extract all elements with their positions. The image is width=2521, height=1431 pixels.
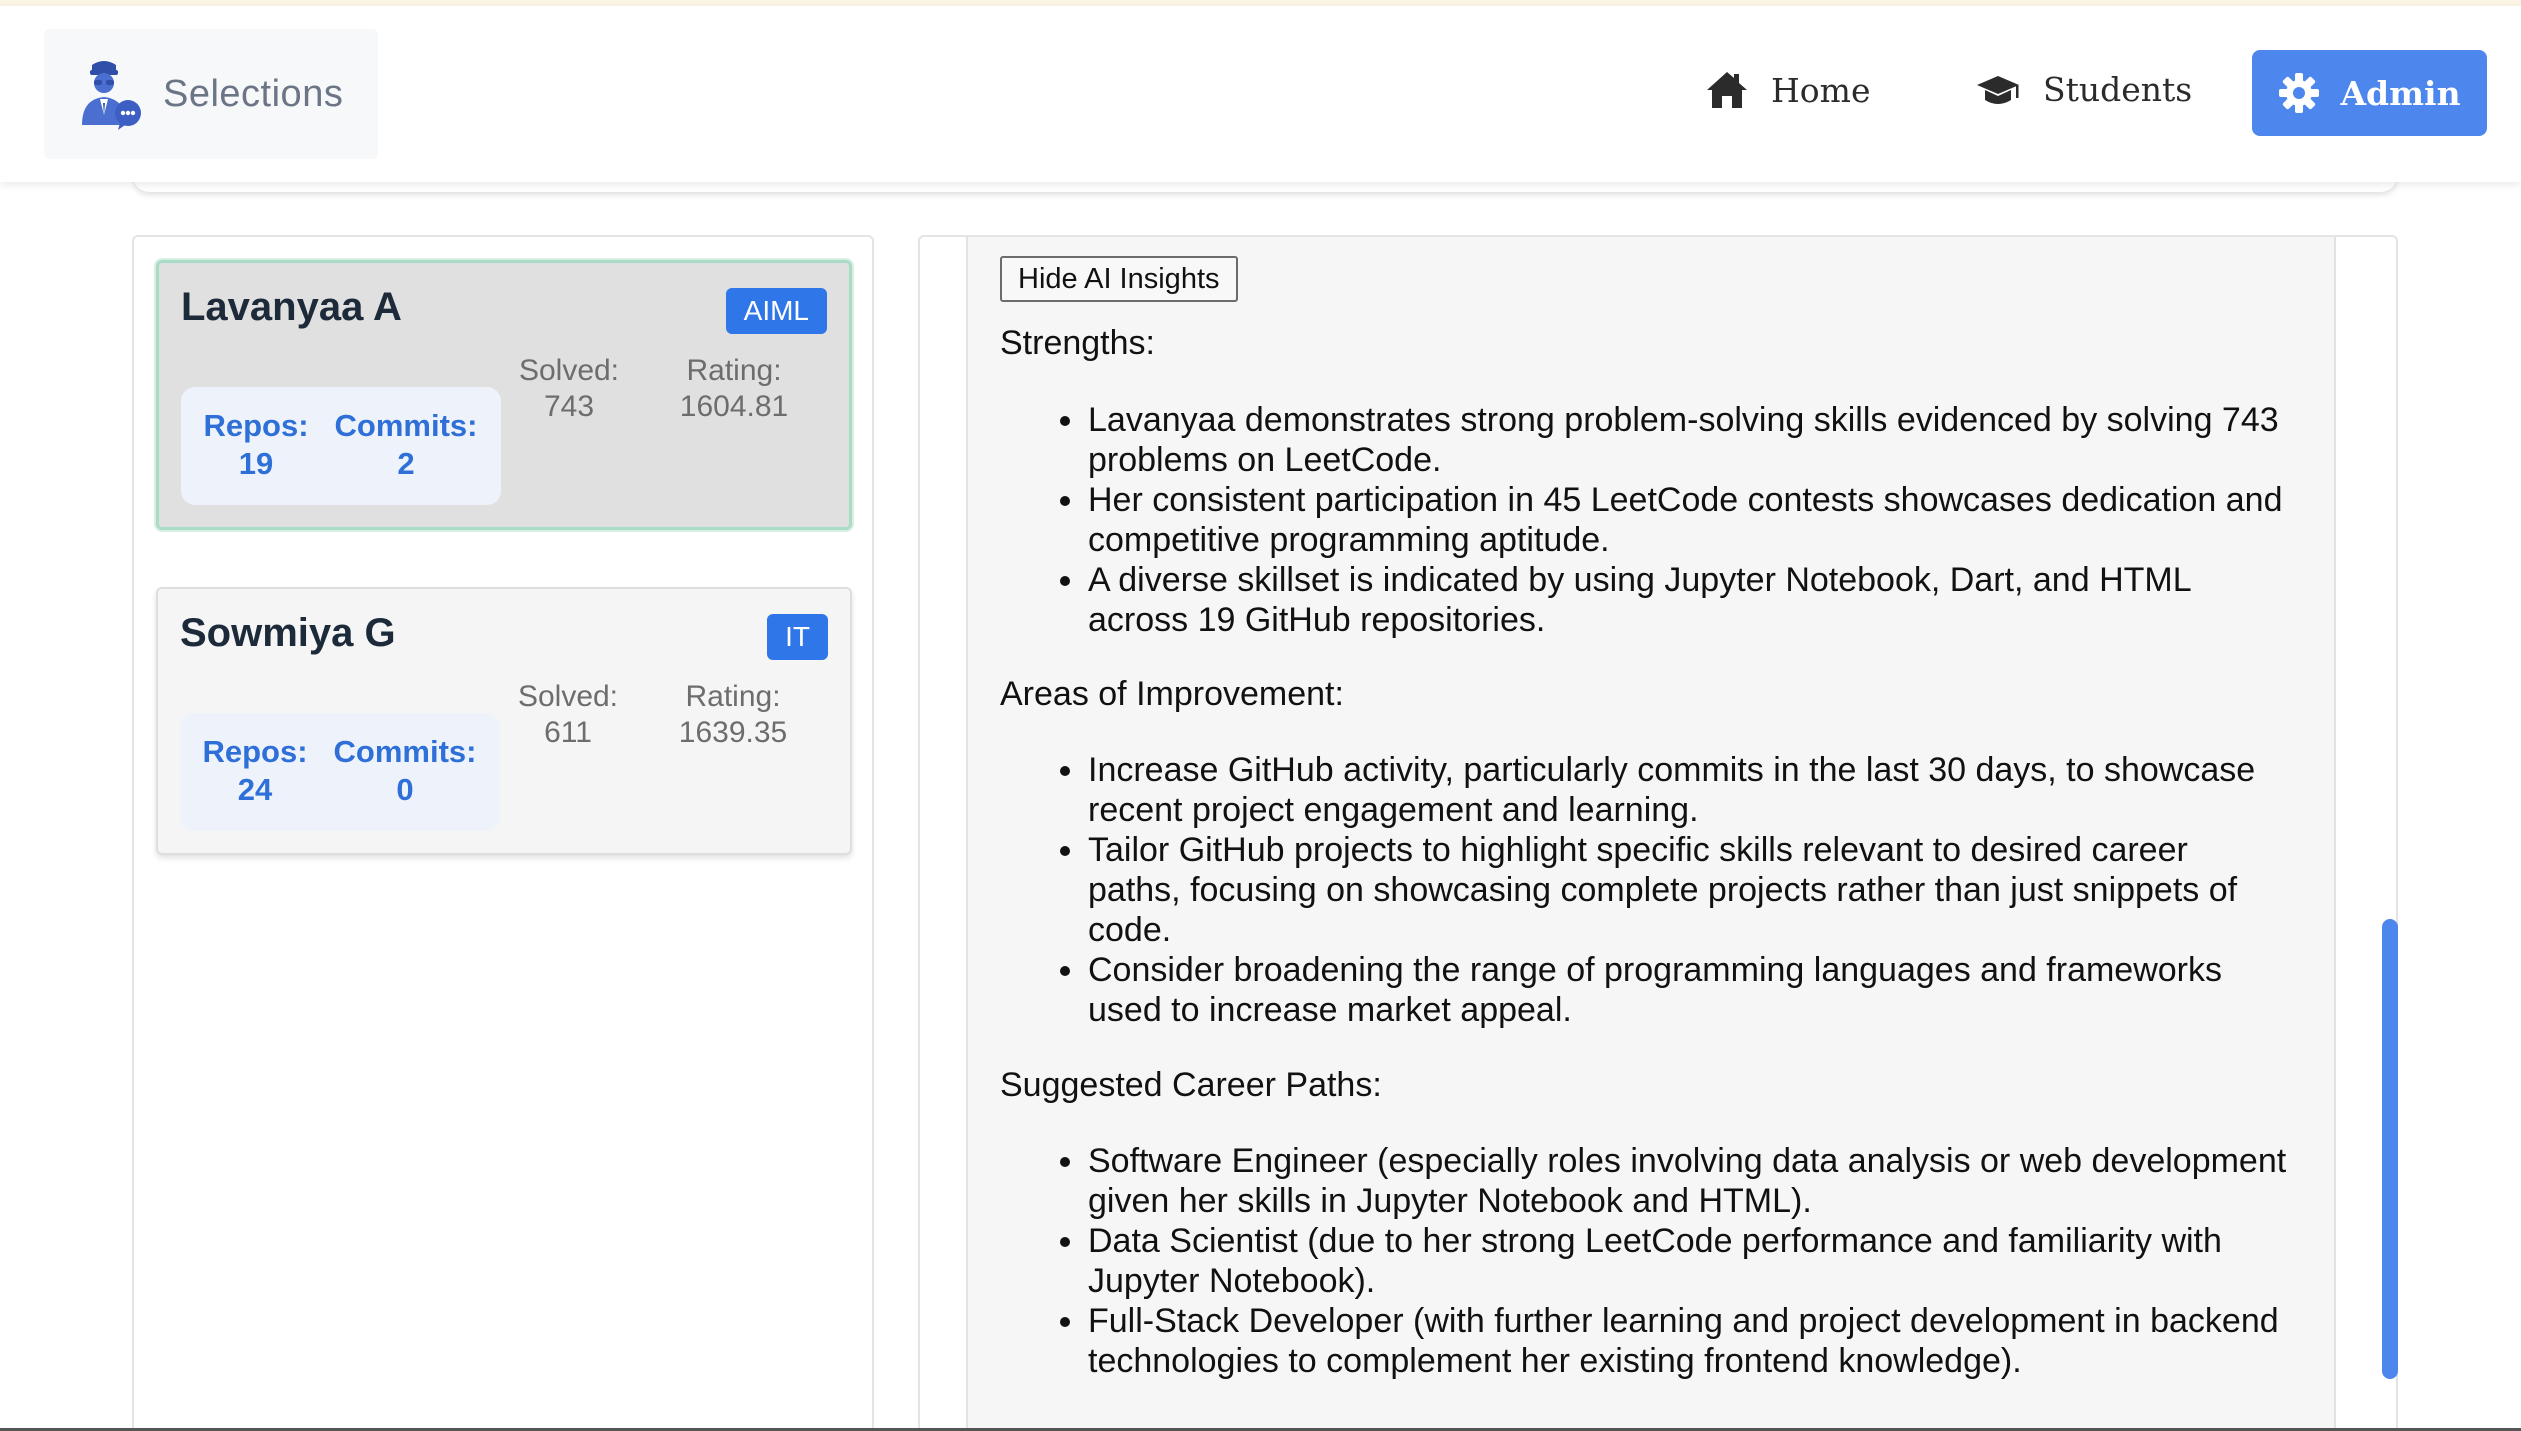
- improvement-heading: Areas of Improvement:: [1000, 675, 1344, 713]
- graduation-cap-icon: [1977, 75, 2019, 104]
- list-item: Her consistent participation in 45 LeetC…: [1060, 480, 2288, 560]
- solved-label: Solved:: [518, 354, 620, 387]
- student-name: Sowmiya G: [180, 611, 396, 655]
- list-item: Full-Stack Developer (with further learn…: [1060, 1301, 2288, 1381]
- solved-stat: Solved: 743: [509, 353, 629, 425]
- nav-home-link[interactable]: Home: [1705, 70, 1870, 110]
- rating-label: Rating:: [686, 354, 782, 387]
- repos-label: Repos:: [202, 734, 308, 769]
- home-icon: [1707, 72, 1747, 108]
- list-item: Tailor GitHub projects to highlight spec…: [1060, 830, 2288, 950]
- solved-value: 743: [543, 390, 595, 423]
- rating-label: Rating:: [685, 680, 781, 713]
- commits-stat: Commits: 2: [331, 407, 481, 483]
- repos-value: 19: [238, 446, 274, 481]
- nav-students-link[interactable]: Students: [1975, 70, 2192, 109]
- list-item: Consider broadening the range of program…: [1060, 950, 2288, 1030]
- student-card[interactable]: Sowmiya G IT Repos: 24 Commits: 0 Solved…: [156, 587, 852, 855]
- commits-value: 2: [397, 446, 415, 481]
- scrollbar-thumb[interactable]: [2382, 919, 2398, 1379]
- top-navbar: Selections Home Students Admin: [0, 6, 2521, 182]
- repos-stat: Repos: 24: [200, 733, 310, 809]
- nav-students-label: Students: [2043, 70, 2193, 109]
- strengths-list: Lavanyaa demonstrates strong problem-sol…: [1060, 400, 2288, 640]
- github-stats: Repos: 24 Commits: 0: [180, 713, 500, 831]
- repos-label: Repos:: [203, 408, 309, 443]
- hide-ai-insights-button[interactable]: Hide AI Insights: [1000, 256, 1238, 302]
- commits-label: Commits:: [333, 734, 477, 769]
- list-item: A diverse skillset is indicated by using…: [1060, 560, 2288, 640]
- student-detail-panel: Hide AI Insights Strengths: Lavanyaa dem…: [918, 235, 2398, 1431]
- solved-label: Solved:: [517, 680, 619, 713]
- brand-logo-link[interactable]: Selections: [44, 29, 378, 159]
- list-item: Lavanyaa demonstrates strong problem-sol…: [1060, 400, 2288, 480]
- interviewer-icon: [82, 61, 141, 130]
- rating-stat: Rating: 1604.81: [659, 353, 809, 425]
- solved-value: 611: [544, 716, 592, 749]
- github-stats: Repos: 19 Commits: 2: [181, 387, 501, 505]
- student-list-panel: Lavanyaa A AIML Repos: 19 Commits: 2 Sol…: [132, 235, 874, 1431]
- department-badge: IT: [767, 614, 828, 660]
- repos-value: 24: [237, 772, 273, 807]
- nav-admin-button[interactable]: Admin: [2252, 50, 2487, 136]
- student-name: Lavanyaa A: [181, 285, 402, 329]
- rating-value: 1604.81: [679, 390, 789, 423]
- careers-list: Software Engineer (especially roles invo…: [1060, 1141, 2288, 1381]
- brand-name: Selections: [163, 73, 344, 115]
- rating-value: 1639.35: [678, 716, 788, 749]
- solved-stat: Solved: 611: [508, 679, 628, 751]
- ai-insights-section: Hide AI Insights Strengths: Lavanyaa dem…: [966, 237, 2336, 1431]
- careers-heading: Suggested Career Paths:: [1000, 1066, 1382, 1104]
- strengths-heading: Strengths:: [1000, 324, 1155, 362]
- student-card[interactable]: Lavanyaa A AIML Repos: 19 Commits: 2 Sol…: [156, 260, 852, 530]
- nav-home-label: Home: [1771, 70, 1871, 110]
- commits-value: 0: [396, 772, 414, 807]
- gear-icon: [2279, 73, 2320, 113]
- improvements-list: Increase GitHub activity, particularly c…: [1060, 750, 2288, 1030]
- list-item: Software Engineer (especially roles invo…: [1060, 1142, 2287, 1220]
- commits-stat: Commits: 0: [330, 733, 480, 809]
- list-item: Increase GitHub activity, particularly c…: [1060, 750, 2288, 830]
- commits-label: Commits:: [334, 408, 478, 443]
- nav-admin-label: Admin: [2340, 73, 2461, 113]
- list-item: Data Scientist (due to her strong LeetCo…: [1060, 1221, 2288, 1301]
- rating-stat: Rating: 1639.35: [658, 679, 808, 751]
- department-badge: AIML: [725, 288, 827, 334]
- repos-stat: Repos: 19: [201, 407, 311, 483]
